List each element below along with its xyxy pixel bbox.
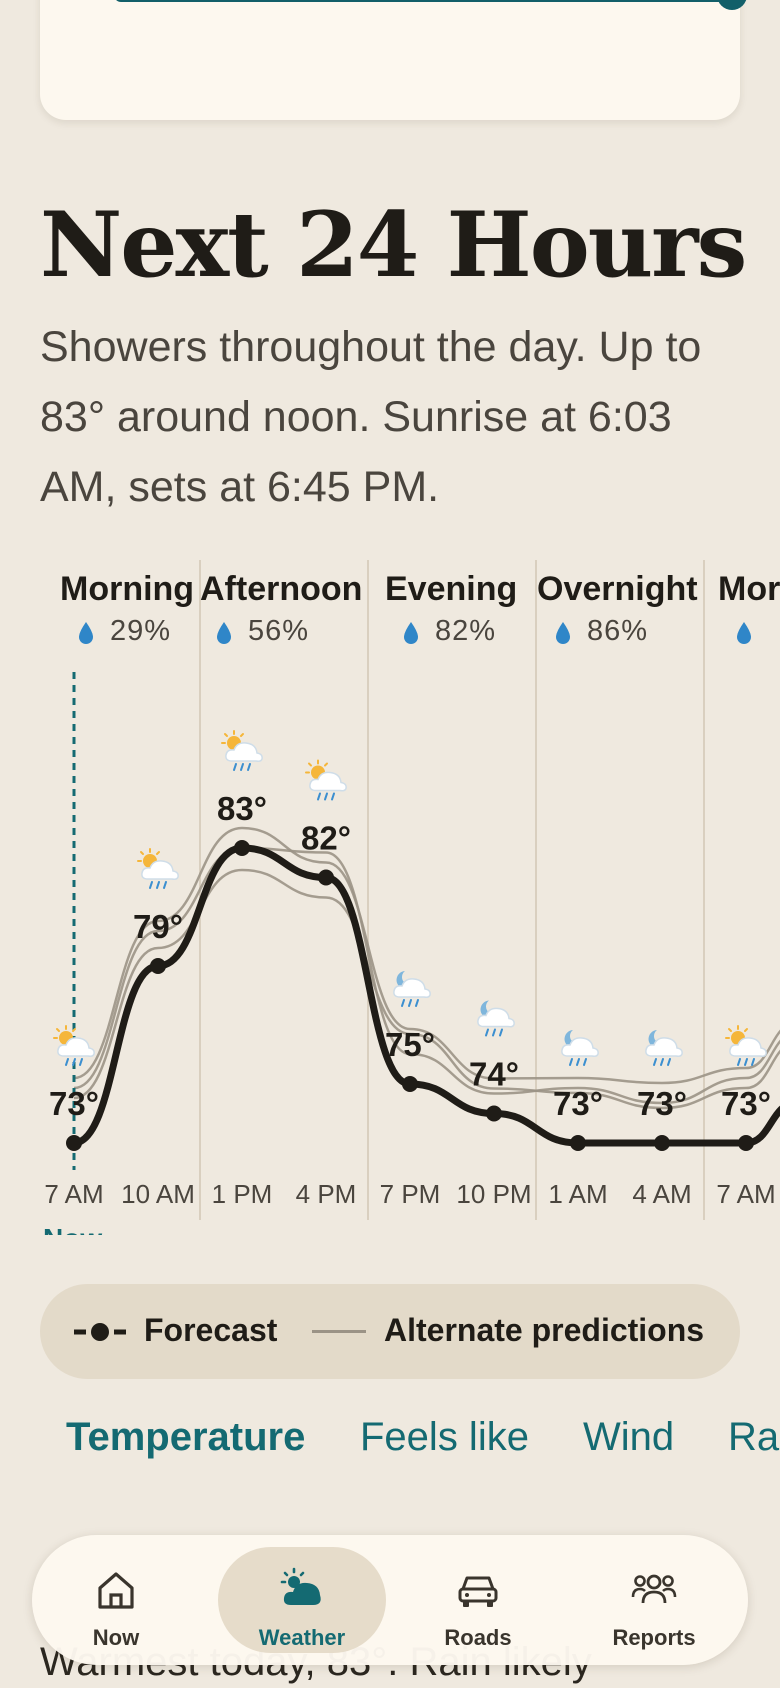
nav-roads[interactable]: Roads — [394, 1547, 562, 1653]
sun-cloud-rain-icon — [725, 1025, 767, 1066]
forecast-point[interactable] — [318, 869, 334, 886]
range-slider-thumb[interactable] — [717, 0, 747, 10]
bottom-nav: Now Weather Roads Reports — [32, 1535, 748, 1665]
time-label: 4 PM — [296, 1179, 357, 1209]
time-label: 4 AM — [632, 1179, 691, 1209]
range-slider-track[interactable] — [114, 0, 732, 2]
forecast-point[interactable] — [486, 1105, 502, 1122]
moon-cloud-rain-icon — [393, 971, 431, 1007]
nav-roads-label: Roads — [444, 1625, 512, 1650]
forecast-point[interactable] — [738, 1135, 754, 1151]
period-label: Morning — [60, 570, 194, 608]
time-label: 7 AM — [716, 1179, 775, 1209]
now-label: Now — [43, 1223, 102, 1235]
tab-feels-like[interactable]: Feels like — [360, 1415, 529, 1460]
forecast-point[interactable] — [570, 1135, 586, 1151]
time-label: 1 AM — [548, 1179, 607, 1209]
tab-rain[interactable]: Rai — [728, 1415, 780, 1460]
temperature-label: 79° — [133, 908, 183, 945]
forecast-point[interactable] — [150, 958, 166, 974]
page-title: Next 24 Hours — [40, 192, 747, 298]
nav-now[interactable]: Now — [32, 1547, 200, 1653]
previous-card — [40, 0, 747, 120]
temperature-label: 73° — [721, 1085, 771, 1122]
sun-cloud-rain-icon — [305, 759, 347, 801]
time-label: 10 PM — [456, 1179, 531, 1209]
precip-chance: 86% — [587, 615, 648, 647]
period-label: Afternoon — [200, 570, 362, 608]
period-label: Mor — [718, 570, 780, 608]
period-label: Overnight — [537, 570, 698, 608]
nav-reports[interactable]: Reports — [570, 1547, 738, 1653]
temperature-label: 73° — [637, 1085, 687, 1122]
forecast-legend-label: Forecast — [144, 1312, 278, 1348]
tab-temperature[interactable]: Temperature — [66, 1415, 305, 1460]
temperature-label: 75° — [385, 1026, 435, 1063]
time-label: 7 AM — [44, 1179, 103, 1209]
rain-drop-icon — [737, 622, 751, 644]
hourly-temperature-chart[interactable]: Morning 29% Afternoon 56% Evening 82% Overnigh… — [0, 555, 780, 1235]
nav-now-label: Now — [92, 1625, 140, 1650]
forecast-point[interactable] — [66, 1135, 82, 1151]
nav-weather[interactable]: Weather — [218, 1547, 386, 1653]
forecast-summary: Showers throughout the day. Up to 83° ar… — [40, 323, 702, 511]
metric-tabs: Temperature Feels like Wind Rai — [0, 1415, 780, 1475]
car-icon — [458, 1576, 498, 1607]
alternate-prediction-line — [73, 846, 780, 1105]
precip-chance: 29% — [110, 615, 171, 647]
sun-cloud-rain-icon — [137, 848, 179, 889]
alternate-legend-label: Alternate predictions — [384, 1312, 705, 1348]
tab-wind[interactable]: Wind — [583, 1415, 674, 1460]
period-label: Evening — [385, 570, 517, 608]
forecast-legend-icon — [74, 1323, 126, 1341]
chart-legend: Forecast Alternate predictions — [40, 1284, 740, 1379]
moon-cloud-rain-icon — [561, 1030, 599, 1066]
alternate-legend-icon — [312, 1330, 366, 1333]
people-icon — [631, 1574, 677, 1604]
time-label: 10 AM — [121, 1179, 195, 1209]
home-icon — [98, 1572, 134, 1609]
moon-cloud-rain-icon — [477, 1000, 515, 1037]
precip-chance: 82% — [435, 615, 496, 647]
time-label: 7 PM — [380, 1179, 441, 1209]
temperature-label: 83° — [217, 790, 267, 827]
forecast-point[interactable] — [654, 1135, 670, 1151]
sun-cloud-rain-icon — [221, 730, 263, 771]
temperature-label: 73° — [553, 1085, 603, 1122]
nav-reports-label: Reports — [612, 1625, 696, 1650]
temperature-label: 82° — [301, 820, 351, 857]
rain-drop-icon — [217, 622, 231, 644]
time-label: 1 PM — [212, 1179, 273, 1209]
forecast-point[interactable] — [402, 1076, 418, 1092]
nav-weather-label: Weather — [258, 1625, 346, 1650]
temperature-label: 73° — [49, 1085, 99, 1122]
rain-drop-icon — [79, 622, 93, 644]
rain-drop-icon — [556, 622, 570, 644]
sun-cloud-rain-icon — [53, 1025, 95, 1066]
precip-chance: 56% — [248, 615, 309, 647]
moon-cloud-rain-icon — [645, 1030, 683, 1066]
temperature-label: 74° — [469, 1056, 519, 1093]
forecast-point[interactable] — [234, 840, 250, 856]
rain-drop-icon — [404, 622, 418, 644]
weather-icon — [280, 1567, 321, 1605]
